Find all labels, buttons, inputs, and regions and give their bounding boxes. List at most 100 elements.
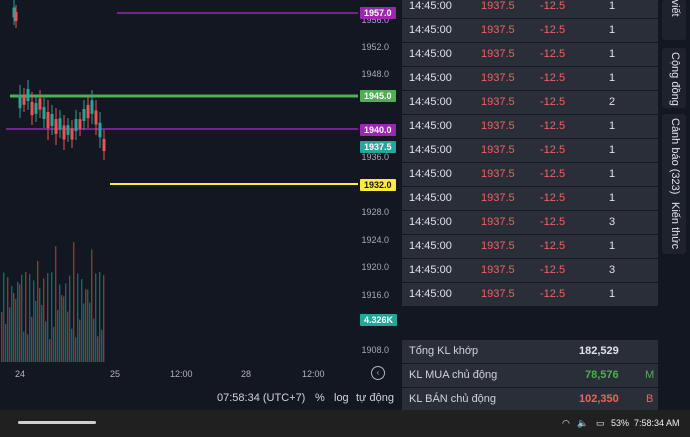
volume-bar <box>67 311 69 362</box>
chart-canvas[interactable] <box>0 0 400 410</box>
trade-row: 14:45:00 1937.5 -12.5 1 <box>402 187 658 210</box>
tab-knowledge[interactable]: Kiến thức <box>662 198 686 254</box>
total-volume-label: Tổng KL khớp <box>409 345 479 357</box>
trade-time: 14:45:00 <box>409 120 452 132</box>
auto-scale-toggle[interactable]: tự động <box>356 392 394 404</box>
trade-time: 14:45:00 <box>409 240 452 252</box>
system-clock[interactable]: 7:58:34 AM <box>634 418 680 428</box>
volume-icon[interactable]: 🔈 <box>577 418 588 429</box>
volume-bar <box>23 331 25 362</box>
trade-change: -12.5 <box>540 120 566 132</box>
price-tag-1940: 1940.0 <box>360 124 396 136</box>
tab-community[interactable]: Cộng đồng <box>662 48 686 108</box>
trade-row: 14:45:00 1937.5 -12.5 1 <box>402 139 658 162</box>
trade-time: 14:45:00 <box>409 72 452 84</box>
trade-row: 14:45:00 1937.5 -12.5 1 <box>402 19 658 42</box>
volume-bar <box>3 272 5 362</box>
chart-bottom-bar: 07:58:34 (UTC+7) % log tự động <box>0 386 400 410</box>
trade-row: 14:45:00 1937.5 -12.5 3 <box>402 259 658 282</box>
sell-volume-label: KL BÁN chủ động <box>409 393 497 405</box>
trade-qty: 1 <box>609 144 616 156</box>
volume-bar <box>33 280 35 362</box>
volume-bar <box>89 302 91 362</box>
trade-qty: 3 <box>609 264 616 276</box>
tab-alerts[interactable]: Cảnh báo (323) <box>662 114 686 200</box>
volume-bar <box>25 272 27 362</box>
volume-bar <box>21 274 23 362</box>
volume-bar <box>71 328 73 362</box>
price-scale-1948: 1948.0 <box>361 69 389 79</box>
x-label: 28 <box>241 369 252 379</box>
trade-change: -12.5 <box>540 192 566 204</box>
trade-price: 1937.5 <box>481 0 515 12</box>
volume-bar <box>1 312 3 362</box>
trade-time: 14:45:00 <box>409 24 452 36</box>
price-scale-1952: 1952.0 <box>361 42 389 52</box>
volume-bar <box>87 289 89 362</box>
candle-body <box>86 104 90 119</box>
trade-change: -12.5 <box>540 288 566 300</box>
total-volume-row: Tổng KL khớp 182,529 <box>402 340 658 363</box>
volume-bar <box>15 298 17 362</box>
volume-bar <box>95 273 97 362</box>
trade-change: -12.5 <box>540 216 566 228</box>
volume-bar <box>69 275 71 362</box>
trade-time: 14:45:00 <box>409 216 452 228</box>
volume-bar <box>9 307 11 362</box>
candle-body <box>102 139 106 151</box>
volume-bar <box>41 304 43 362</box>
candle-body <box>26 89 30 101</box>
volume-bar <box>65 283 67 362</box>
buy-volume-value: 78,576 <box>585 369 619 381</box>
trade-change: -12.5 <box>540 96 566 108</box>
candle-body <box>50 114 54 126</box>
trade-price: 1937.5 <box>481 72 515 84</box>
volume-bar <box>27 334 29 362</box>
trade-price: 1937.5 <box>481 192 515 204</box>
trade-qty: 1 <box>609 168 616 180</box>
percent-toggle[interactable]: % <box>315 392 325 404</box>
trade-row: 14:45:00 1937.5 -12.5 1 <box>402 43 658 66</box>
trade-time: 14:45:00 <box>409 144 452 156</box>
candle-body <box>66 125 70 135</box>
go-to-realtime-icon[interactable]: ‹ <box>371 366 385 380</box>
trade-price: 1937.5 <box>481 48 515 60</box>
trade-change: -12.5 <box>540 168 566 180</box>
sell-tag: B <box>646 393 654 405</box>
battery-icon[interactable]: ▭ <box>596 418 605 429</box>
log-toggle[interactable]: log <box>334 392 349 404</box>
trade-qty: 1 <box>609 72 616 84</box>
price-chart[interactable]: 1956.0 1952.0 1948.0 1936.0 1928.0 1924.… <box>0 0 400 410</box>
volume-bar <box>43 278 45 362</box>
volume-bar <box>5 324 7 362</box>
candle-body <box>22 95 26 105</box>
candle-body <box>62 125 66 140</box>
tab-posts[interactable]: i viết <box>662 0 686 40</box>
price-scale-1908: 1908.0 <box>361 345 389 355</box>
trade-change: -12.5 <box>540 48 566 60</box>
trade-time: 14:45:00 <box>409 168 452 180</box>
volume-bar <box>55 246 57 362</box>
volume-bar <box>39 287 41 362</box>
trade-qty: 1 <box>609 192 616 204</box>
trade-change: -12.5 <box>540 144 566 156</box>
trade-qty: 1 <box>609 240 616 252</box>
trade-row: 14:45:00 1937.5 -12.5 1 <box>402 0 658 18</box>
trade-change: -12.5 <box>540 72 566 84</box>
wifi-icon[interactable]: ◠ <box>562 418 570 429</box>
total-volume-value: 182,529 <box>579 345 619 357</box>
candle-body <box>14 11 18 22</box>
buy-volume-row: KL MUA chủ động 78,576 M <box>402 364 658 387</box>
trade-price: 1937.5 <box>481 240 515 252</box>
home-handle[interactable] <box>18 421 96 424</box>
trade-row: 14:45:00 1937.5 -12.5 3 <box>402 211 658 234</box>
volume-bar <box>57 309 59 362</box>
candle-body <box>34 103 38 114</box>
sell-volume-value: 102,350 <box>579 393 619 405</box>
x-label: 12:00 <box>170 369 193 379</box>
trade-row: 14:45:00 1937.5 -12.5 1 <box>402 115 658 138</box>
volume-bar <box>37 261 39 362</box>
volume-bar <box>103 275 105 362</box>
sell-volume-row: KL BÁN chủ động 102,350 B <box>402 388 658 411</box>
volume-bar <box>35 301 37 362</box>
